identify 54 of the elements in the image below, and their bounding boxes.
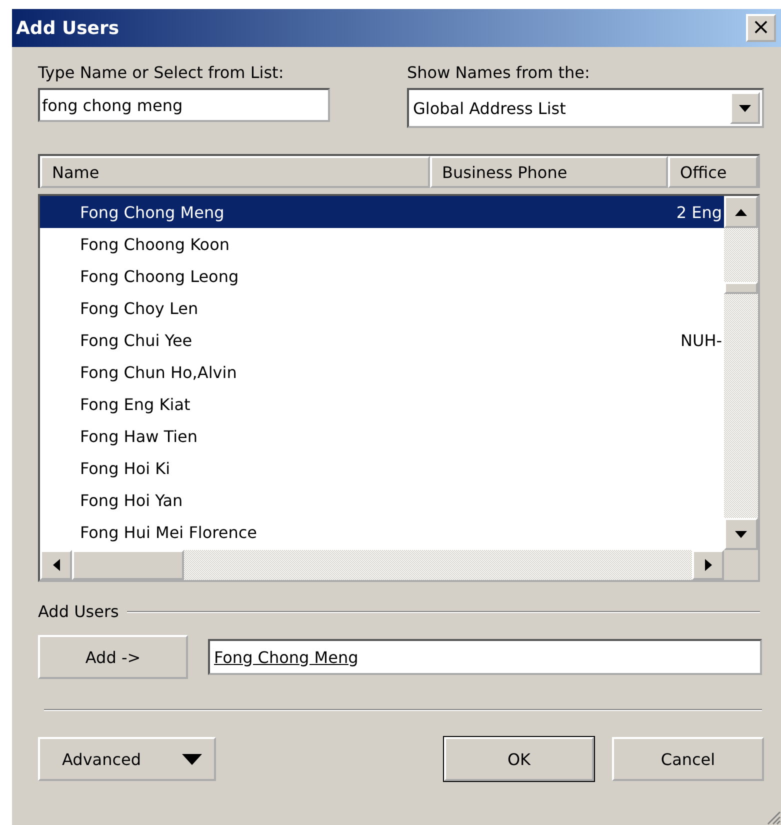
table-cell-text: Fong Hui Mei Florence — [79, 522, 258, 542]
list-row[interactable]: Fong Hoi Yan — [40, 484, 724, 516]
table-cell-text: Fong Chun Ho,Alvin — [79, 362, 238, 382]
horizontal-scrollbar[interactable] — [40, 550, 758, 580]
list-row[interactable]: Fong Chun Ho,Alvin — [40, 356, 724, 388]
table-cell-text: Fong Choong Leong — [79, 266, 240, 286]
left-arrow-icon — [52, 559, 60, 571]
list-row[interactable]: Fong Haw Tien — [40, 420, 724, 452]
close-button[interactable]: × — [746, 14, 776, 42]
advanced-button[interactable]: Advanced — [38, 737, 216, 781]
list-row[interactable]: Fong Eng Kiat — [40, 388, 724, 420]
added-users-field[interactable]: Fong Chong Meng — [208, 639, 762, 675]
group-label: Add Users — [38, 602, 119, 621]
table-cell-text: Fong Chui Yee — [79, 330, 194, 350]
table-cell-text: Fong Choy Len — [79, 298, 200, 318]
list-row[interactable]: Fong Chui Yee NUH- — [40, 324, 724, 356]
ok-button[interactable]: OK — [444, 737, 594, 781]
name-field[interactable]: fong chong meng — [38, 88, 330, 122]
table-cell-text: Fong Hoi Ki — [79, 458, 172, 478]
field-label: Show Names from the: — [407, 63, 591, 82]
caret-icon — [182, 754, 202, 764]
table-cell-text: NUH- — [680, 330, 723, 350]
list-row[interactable]: Fong Hui Mei Florence — [40, 516, 724, 548]
column-header[interactable]: Name — [40, 156, 430, 188]
up-arrow-icon — [735, 208, 747, 216]
down-arrow-icon — [735, 530, 747, 538]
scrollbar-corner — [724, 550, 758, 580]
field-label: Type Name or Select from List: — [38, 63, 285, 82]
list-row[interactable]: Fong Hoi Ki — [40, 452, 724, 484]
table-cell-text: Fong Haw Tien — [79, 426, 199, 446]
add-button[interactable]: Add -> — [38, 635, 188, 679]
scroll-up-button[interactable] — [724, 196, 758, 228]
resize-grip-icon[interactable] — [765, 809, 781, 825]
right-arrow-icon — [704, 559, 712, 571]
scroll-right-button[interactable] — [692, 550, 724, 580]
list-row[interactable]: Fong Chong Meng 2 Eng — [40, 196, 724, 228]
address-list-dropdown[interactable]: Global Address List — [407, 88, 764, 128]
list-row[interactable]: Fong Choong Leong — [40, 260, 724, 292]
window-title: Add Users — [16, 18, 120, 38]
cancel-button[interactable]: Cancel — [612, 737, 764, 781]
table-cell-text: 2 Eng — [676, 202, 723, 222]
table-cell-text: Fong Hoi Yan — [79, 490, 184, 510]
scroll-thumb[interactable] — [72, 550, 184, 580]
table-cell-text: Fong Choong Koon — [79, 234, 230, 254]
vertical-scrollbar[interactable] — [724, 196, 758, 550]
scroll-left-button[interactable] — [40, 550, 72, 580]
table-cell-text: Fong Eng Kiat — [79, 394, 192, 414]
column-header[interactable]: Business Phone — [430, 156, 668, 188]
list-row[interactable]: Fong Choy Len — [40, 292, 724, 324]
table-cell-text: Fong Chong Meng — [79, 202, 226, 222]
column-header[interactable]: Office — [668, 156, 758, 188]
scroll-down-button[interactable] — [724, 518, 758, 550]
list-row[interactable]: Fong Choong Koon — [40, 228, 724, 260]
scroll-thumb[interactable] — [724, 282, 758, 294]
